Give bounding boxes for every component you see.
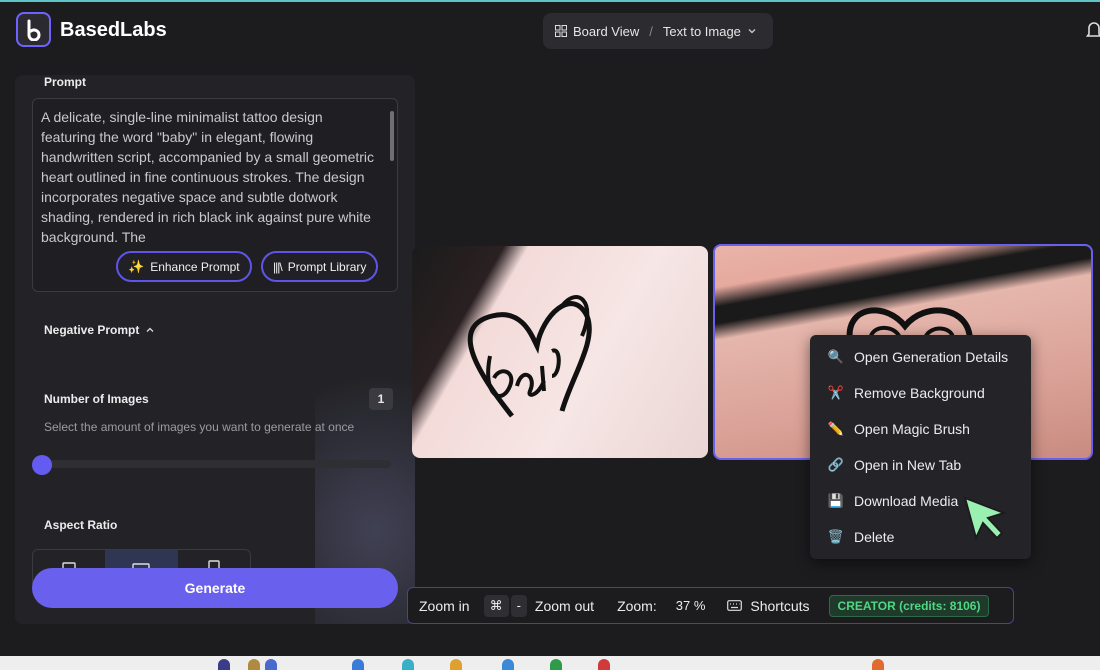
number-of-images-description: Select the amount of images you want to … — [44, 420, 355, 434]
menu-item-label: Open in New Tab — [854, 457, 962, 473]
taskbar-app-icon[interactable] — [550, 659, 562, 670]
logo[interactable] — [16, 12, 51, 47]
os-taskbar — [0, 656, 1100, 670]
taskbar-app-icon[interactable] — [265, 659, 277, 670]
zoom-toolbar: Zoom in ⌘ - Zoom out Zoom: 37 % Shortcut… — [407, 587, 1014, 624]
keyboard-icon — [727, 600, 743, 611]
link-icon: 🔗 — [827, 457, 845, 472]
breadcrumb-current[interactable]: Text to Image — [663, 24, 741, 39]
taskbar-app-icon[interactable] — [248, 659, 260, 670]
chevron-down-icon[interactable] — [747, 26, 757, 36]
zoom-value: 37 % — [675, 598, 706, 613]
breadcrumb: Board View / Text to Image — [543, 13, 773, 49]
zoom-in-button[interactable]: Zoom in — [419, 598, 470, 614]
zoom-out-button[interactable]: Zoom out — [535, 598, 594, 614]
negative-prompt-toggle[interactable]: Negative Prompt — [44, 323, 155, 337]
zoom-label: Zoom: — [617, 597, 657, 614]
cmd-key: ⌘ — [483, 594, 509, 617]
credits-badge[interactable]: CREATOR (credits: 8106) — [828, 594, 990, 617]
enhance-prompt-label: Enhance Prompt — [150, 259, 240, 274]
generate-button[interactable]: Generate — [32, 568, 398, 608]
menu-item-label: Download Media — [854, 493, 959, 509]
brand-name: BasedLabs — [60, 19, 167, 41]
taskbar-app-icon[interactable] — [352, 659, 364, 670]
minus-key: - — [510, 594, 527, 617]
header: BasedLabs Board View / Text to Image — [0, 2, 1100, 58]
taskbar-app-icon[interactable] — [402, 659, 414, 670]
sparkle-icon: ✨ — [128, 258, 145, 274]
settings-panel: Prompt A delicate, single-line minimalis… — [15, 75, 415, 624]
grid-icon — [555, 25, 567, 37]
enhance-prompt-button[interactable]: ✨ Enhance Prompt — [116, 251, 252, 282]
chevron-up-icon — [146, 327, 154, 332]
magnifier-icon: 🔍 — [827, 349, 845, 364]
prompt-scrollbar[interactable] — [390, 111, 394, 161]
prompt-label: Prompt — [44, 75, 86, 89]
image-count-slider-track[interactable] — [41, 460, 391, 468]
taskbar-app-icon[interactable] — [872, 659, 884, 670]
generated-image-1[interactable] — [412, 246, 708, 458]
floppy-icon: 💾 — [827, 493, 845, 508]
shortcuts-button[interactable]: Shortcuts — [727, 597, 810, 614]
menu-item-open-in-new-tab[interactable]: 🔗 Open in New Tab — [810, 450, 1031, 480]
prompt-text[interactable]: A delicate, single-line minimalist tatto… — [41, 107, 381, 245]
tattoo-heart-drawing — [467, 295, 592, 418]
scissors-icon: ✂️ — [827, 385, 845, 400]
aspect-ratio-label: Aspect Ratio — [44, 518, 118, 532]
menu-item-label: Open Magic Brush — [854, 421, 970, 437]
breadcrumb-board-view[interactable]: Board View — [573, 24, 639, 39]
prompt-textarea[interactable]: A delicate, single-line minimalist tatto… — [32, 98, 398, 292]
trash-icon: 🗑️ — [827, 529, 845, 544]
shortcuts-label: Shortcuts — [750, 597, 810, 614]
prompt-library-button[interactable]: |||\ Prompt Library — [261, 251, 379, 282]
taskbar-app-icon[interactable] — [502, 659, 514, 670]
menu-item-open-magic-brush[interactable]: ✏️ Open Magic Brush — [810, 414, 1031, 444]
number-of-images-label: Number of Images — [44, 392, 149, 406]
library-icon: |||\ — [273, 259, 283, 274]
pencil-icon: ✏️ — [827, 421, 845, 436]
logo-icon — [27, 19, 41, 41]
menu-item-label: Open Generation Details — [854, 349, 1009, 365]
taskbar-app-icon[interactable] — [218, 659, 230, 670]
prompt-library-label: Prompt Library — [287, 259, 367, 274]
taskbar-app-icon[interactable] — [598, 659, 610, 670]
cursor-arrow-icon — [963, 496, 1008, 541]
menu-item-open-generation-details[interactable]: 🔍 Open Generation Details — [810, 342, 1031, 372]
negative-prompt-label: Negative Prompt — [44, 323, 140, 337]
menu-item-label: Delete — [854, 529, 895, 545]
image-count-slider-thumb[interactable] — [32, 455, 52, 475]
menu-item-remove-background[interactable]: ✂️ Remove Background — [810, 378, 1031, 408]
breadcrumb-separator: / — [649, 23, 653, 39]
bell-icon[interactable] — [1086, 20, 1100, 40]
image-count-badge: 1 — [369, 388, 393, 410]
menu-item-label: Remove Background — [854, 385, 985, 401]
taskbar-app-icon[interactable] — [450, 659, 462, 670]
